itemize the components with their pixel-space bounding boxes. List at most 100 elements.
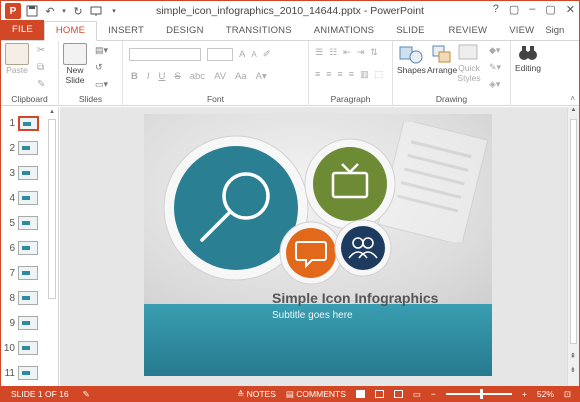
tab-animations[interactable]: ANIMATIONS [303, 22, 385, 40]
notes-button[interactable]: ≙ NOTES [237, 389, 276, 400]
scroll-thumb[interactable] [48, 119, 56, 299]
slide-thumbnail[interactable]: 11 [3, 366, 38, 380]
bold-button[interactable]: B [131, 71, 138, 82]
increase-indent-icon[interactable]: ⇥ [357, 47, 365, 58]
text-shadow-button[interactable]: abc [190, 71, 205, 82]
slide-title[interactable]: Simple Icon Infographics [272, 290, 438, 306]
zoom-in-button[interactable]: + [522, 389, 527, 399]
slide-preview [18, 216, 38, 230]
numbering-icon[interactable]: ☷ [329, 47, 337, 58]
tab-view[interactable]: VIEW [498, 22, 545, 40]
slide-thumbnail[interactable]: 4 [3, 191, 38, 205]
font-size-select[interactable] [207, 48, 233, 61]
slide-thumbnail[interactable]: 9 [3, 316, 38, 330]
reset-icon[interactable]: ↺ [95, 62, 108, 73]
slideshow-view-icon[interactable]: ▭ [413, 389, 421, 400]
thumbnail-scrollbar[interactable]: ▲ [48, 109, 56, 384]
slide-number: 3 [9, 167, 15, 179]
slide-thumbnail[interactable]: 6 [3, 241, 38, 255]
align-center-icon[interactable]: ≡ [326, 69, 331, 80]
tab-transitions[interactable]: TRANSITIONS [215, 22, 303, 40]
zoom-level[interactable]: 52% [537, 389, 554, 399]
align-left-icon[interactable]: ≡ [315, 69, 320, 80]
scroll-up-icon[interactable]: ▲ [568, 107, 579, 113]
layout-icon[interactable]: ▤▾ [95, 45, 108, 56]
character-spacing-button[interactable]: AV [214, 71, 226, 82]
format-painter-icon[interactable]: ✎ [37, 79, 45, 90]
tab-design[interactable]: DESIGN [155, 22, 215, 40]
slide-thumbnail[interactable]: 7 [3, 266, 38, 280]
zoom-slider[interactable] [445, 389, 512, 399]
bullets-icon[interactable]: ☰ [315, 47, 323, 58]
collapse-ribbon-icon[interactable]: ˄ [570, 94, 575, 103]
shrink-font-button[interactable]: A [251, 50, 256, 59]
help-icon[interactable]: ? [493, 3, 499, 16]
paste-button[interactable]: Paste [5, 43, 29, 75]
close-icon[interactable]: ✕ [566, 3, 575, 16]
slide-counter: SLIDE 1 OF 16 [11, 389, 69, 399]
slide-sorter-icon[interactable] [374, 390, 384, 398]
shape-fill-icon[interactable]: ◆▾ [489, 45, 501, 56]
ribbon-display-icon[interactable]: ▢ [509, 3, 519, 16]
people-circle-icon [334, 219, 392, 277]
align-right-icon[interactable]: ≡ [338, 69, 343, 80]
scroll-thumb[interactable] [570, 119, 577, 344]
slide-thumbnail[interactable]: 2 [3, 141, 38, 155]
tab-slide-show[interactable]: SLIDE SHOW [385, 22, 437, 54]
cut-icon[interactable]: ✂ [37, 45, 45, 56]
italic-button[interactable]: I [147, 71, 150, 82]
arrange-button[interactable]: Arrange [427, 43, 457, 75]
slide-canvas[interactable]: Simple Icon Infographics Subtitle goes h… [144, 114, 492, 376]
minimize-icon[interactable]: – [529, 3, 535, 16]
fit-slide-icon[interactable]: ⊡ [564, 389, 571, 400]
next-slide-icon[interactable]: ⇟ [570, 366, 576, 374]
grow-font-button[interactable]: A [239, 49, 245, 60]
slide-subtitle[interactable]: Subtitle goes here [272, 310, 353, 321]
smartart-icon[interactable]: ⬚ [375, 69, 384, 80]
new-slide-button[interactable]: New Slide [63, 43, 87, 85]
section-icon[interactable]: ▭▾ [95, 79, 108, 90]
quick-styles-button[interactable]: Quick Styles [457, 43, 481, 83]
quick-styles-icon [458, 44, 478, 60]
justify-icon[interactable]: ≡ [349, 69, 354, 80]
slide-thumbnail[interactable]: 1 [3, 116, 39, 131]
sign-in-link[interactable]: Sign in [545, 22, 580, 54]
maximize-icon[interactable]: ▢ [545, 3, 555, 16]
tab-file[interactable]: FILE [1, 20, 44, 40]
shapes-button[interactable]: Shapes [397, 43, 426, 75]
shape-outline-icon[interactable]: ✎▾ [489, 62, 501, 73]
scroll-up-icon[interactable]: ▲ [48, 109, 56, 115]
copy-icon[interactable]: ⧉ [37, 62, 45, 73]
slide-number: 5 [9, 217, 15, 229]
underline-button[interactable]: U [159, 71, 166, 82]
columns-icon[interactable]: ▥ [360, 69, 369, 80]
reading-view-icon[interactable] [393, 390, 403, 398]
slide-thumbnail[interactable]: 3 [3, 166, 38, 180]
slide-preview [18, 141, 38, 155]
tab-review[interactable]: REVIEW [438, 22, 499, 40]
editing-button[interactable]: Editing [515, 43, 541, 73]
editor-scrollbar[interactable]: ▲ ⇞ ⇟ [567, 107, 579, 386]
decrease-indent-icon[interactable]: ⇤ [343, 47, 351, 58]
text-direction-icon[interactable]: ⇅ [370, 47, 378, 58]
zoom-out-button[interactable]: − [431, 389, 436, 399]
tab-insert[interactable]: INSERT [97, 22, 155, 40]
strikethrough-button[interactable]: S [174, 71, 180, 82]
font-name-select[interactable] [129, 48, 201, 61]
spell-check-icon[interactable]: ✎ [83, 389, 90, 400]
tab-home[interactable]: HOME [43, 21, 98, 41]
slide-thumbnail[interactable]: 5 [3, 216, 38, 230]
shape-effects-icon[interactable]: ◈▾ [489, 79, 501, 90]
slide-thumbnail[interactable]: 8 [3, 291, 38, 305]
font-color-icon[interactable]: A▾ [256, 71, 267, 82]
slide-preview [18, 191, 38, 205]
slide-preview [18, 316, 38, 330]
normal-view-icon[interactable] [355, 390, 365, 398]
change-case-button[interactable]: Aa [235, 71, 247, 82]
clear-formatting-icon[interactable]: ✐ [263, 49, 271, 60]
zoom-slider-knob[interactable] [479, 389, 483, 399]
comments-button[interactable]: ▤ COMMENTS [286, 389, 346, 400]
slide-thumbnail[interactable]: 10 [3, 341, 38, 355]
previous-slide-icon[interactable]: ⇞ [570, 352, 576, 360]
new-slide-icon [63, 43, 87, 65]
